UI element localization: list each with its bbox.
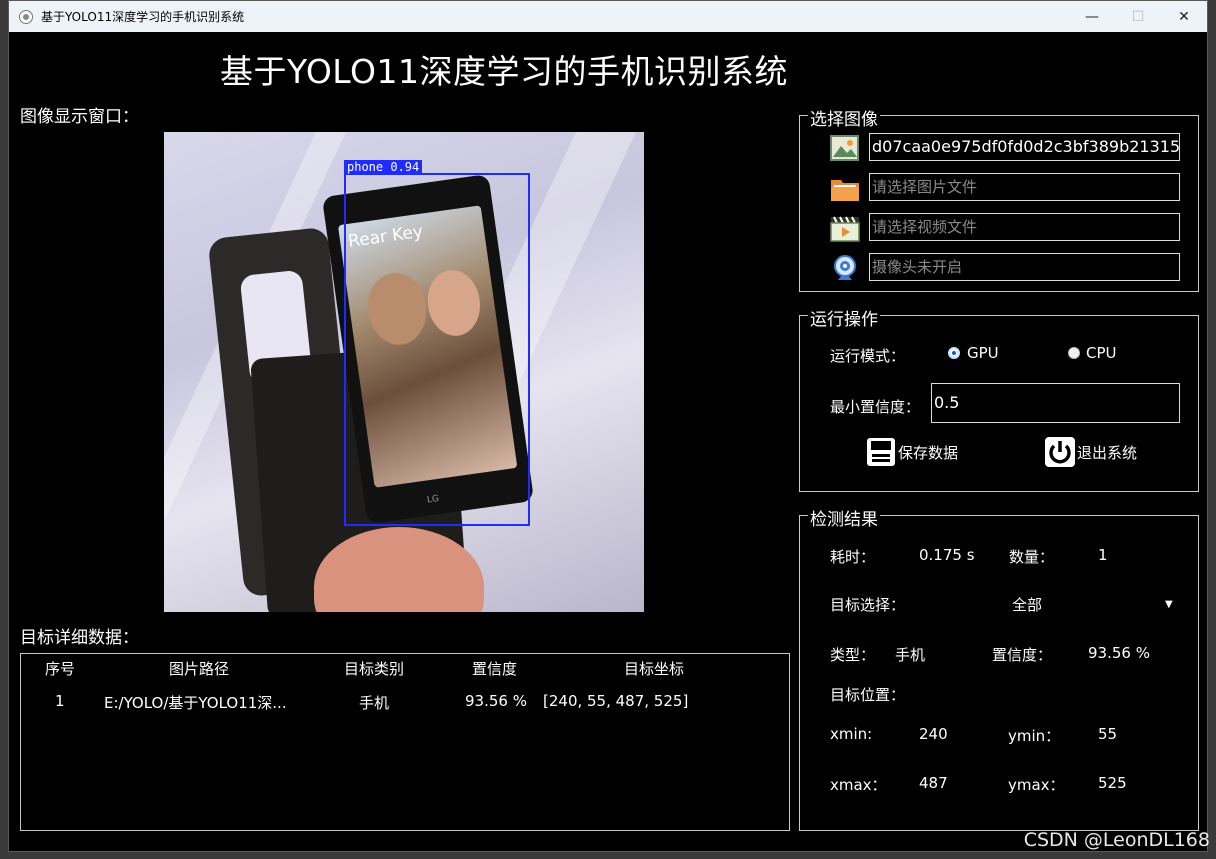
cell-coords: [240, 55, 487, 525] bbox=[543, 692, 689, 710]
image-path-field[interactable]: d07caa0e975df0fd0d2c3bf389b21315.jpg bbox=[869, 133, 1180, 161]
window-title: 基于YOLO11深度学习的手机识别系统 bbox=[41, 10, 245, 24]
ymax-label: ymax： bbox=[1008, 776, 1065, 794]
type-label: 类型： bbox=[830, 646, 876, 664]
webcam-icon[interactable] bbox=[830, 253, 860, 283]
details-table[interactable]: 序号 图片路径 目标类别 置信度 目标坐标 1 E:/YOLO/基于YOLO11… bbox=[20, 653, 790, 831]
min-confidence-input[interactable]: 0.5 bbox=[931, 383, 1180, 423]
ymin-label: ymin： bbox=[1008, 727, 1061, 745]
image-icon[interactable] bbox=[830, 133, 860, 163]
image-file-input[interactable]: 请选择图片文件 bbox=[869, 173, 1180, 201]
cpu-radio[interactable] bbox=[1068, 347, 1080, 359]
chevron-down-icon[interactable]: ▼ bbox=[1165, 599, 1173, 610]
target-position-label: 目标位置： bbox=[830, 686, 906, 704]
results-group: 检测结果 耗时： 0.175 s 数量： 1 目标选择： 全部 ▼ 类型： 手机… bbox=[799, 505, 1199, 831]
xmax-value: 487 bbox=[919, 774, 948, 792]
column-header-index: 序号 bbox=[45, 660, 76, 678]
count-value: 1 bbox=[1098, 546, 1108, 564]
time-label: 耗时： bbox=[830, 548, 876, 566]
ymax-value: 525 bbox=[1098, 774, 1127, 792]
title-bar: 基于YOLO11深度学习的手机识别系统 — ☐ ✕ bbox=[9, 1, 1207, 32]
cell-index: 1 bbox=[55, 692, 65, 710]
xmin-label: xmin: bbox=[830, 725, 873, 743]
camera-status-field[interactable]: 摄像头未开启 bbox=[869, 253, 1180, 281]
min-confidence-label: 最小置信度： bbox=[830, 398, 921, 416]
display-window-label: 图像显示窗口： bbox=[20, 107, 139, 127]
cell-path: E:/YOLO/基于YOLO11深... bbox=[104, 694, 287, 712]
app-window: 基于YOLO11深度学习的手机识别系统 — ☐ ✕ 基于YOLO11深度学习的手… bbox=[8, 0, 1208, 852]
target-select-value[interactable]: 全部 bbox=[1012, 594, 1042, 615]
select-image-group: 选择图像 d07caa0e975df0fd0d2c3bf389b21315.jp… bbox=[799, 105, 1199, 292]
video-icon[interactable] bbox=[830, 213, 860, 243]
run-mode-label: 运行模式： bbox=[830, 347, 906, 365]
cell-confidence: 93.56 % bbox=[465, 692, 527, 710]
gpu-radio[interactable] bbox=[948, 347, 960, 359]
exit-system-label: 退出系统 bbox=[1077, 443, 1138, 462]
video-file-input[interactable]: 请选择视频文件 bbox=[869, 213, 1180, 241]
folder-icon[interactable] bbox=[830, 173, 860, 203]
xmin-value: 240 bbox=[919, 725, 948, 743]
cpu-radio-label[interactable]: CPU bbox=[1086, 344, 1117, 362]
time-value: 0.175 s bbox=[919, 546, 975, 564]
type-value: 手机 bbox=[895, 646, 926, 664]
save-icon bbox=[866, 437, 896, 467]
column-header-confidence: 置信度 bbox=[472, 660, 518, 678]
window-controls: — ☐ ✕ bbox=[1069, 1, 1207, 32]
app-icon bbox=[19, 9, 33, 24]
operations-group: 运行操作 运行模式： GPU CPU 最小置信度： 0.5 保存数据 退出系统 bbox=[799, 305, 1199, 492]
column-header-coords: 目标坐标 bbox=[624, 660, 685, 678]
column-header-path: 图片路径 bbox=[169, 660, 230, 678]
detection-label: phone 0.94 bbox=[344, 160, 423, 174]
page-title: 基于YOLO11深度学习的手机识别系统 bbox=[219, 52, 788, 91]
save-data-button[interactable]: 保存数据 bbox=[866, 437, 958, 467]
count-label: 数量： bbox=[1009, 548, 1055, 566]
detection-box bbox=[344, 173, 530, 526]
confidence-label: 置信度： bbox=[992, 646, 1053, 664]
results-title: 检测结果 bbox=[808, 505, 880, 530]
cell-class: 手机 bbox=[359, 694, 390, 712]
csdn-watermark: CSDN @LeonDL168 bbox=[1023, 829, 1210, 851]
column-header-class: 目标类别 bbox=[344, 660, 405, 678]
select-image-title: 选择图像 bbox=[808, 105, 880, 130]
operations-title: 运行操作 bbox=[808, 305, 880, 330]
ymin-value: 55 bbox=[1098, 725, 1118, 743]
power-icon bbox=[1045, 437, 1075, 467]
gpu-radio-label[interactable]: GPU bbox=[967, 344, 999, 362]
maximize-button[interactable]: ☐ bbox=[1115, 1, 1161, 32]
details-label: 目标详细数据： bbox=[20, 628, 139, 648]
image-display: Rear Key LG phone 0.94 bbox=[164, 132, 644, 612]
target-select-label: 目标选择： bbox=[830, 596, 906, 614]
confidence-value: 93.56 % bbox=[1088, 644, 1150, 662]
close-button[interactable]: ✕ bbox=[1161, 1, 1207, 32]
save-data-label: 保存数据 bbox=[898, 443, 959, 462]
xmax-label: xmax： bbox=[830, 776, 887, 794]
exit-system-button[interactable]: 退出系统 bbox=[1045, 437, 1137, 467]
minimize-button[interactable]: — bbox=[1069, 1, 1115, 32]
